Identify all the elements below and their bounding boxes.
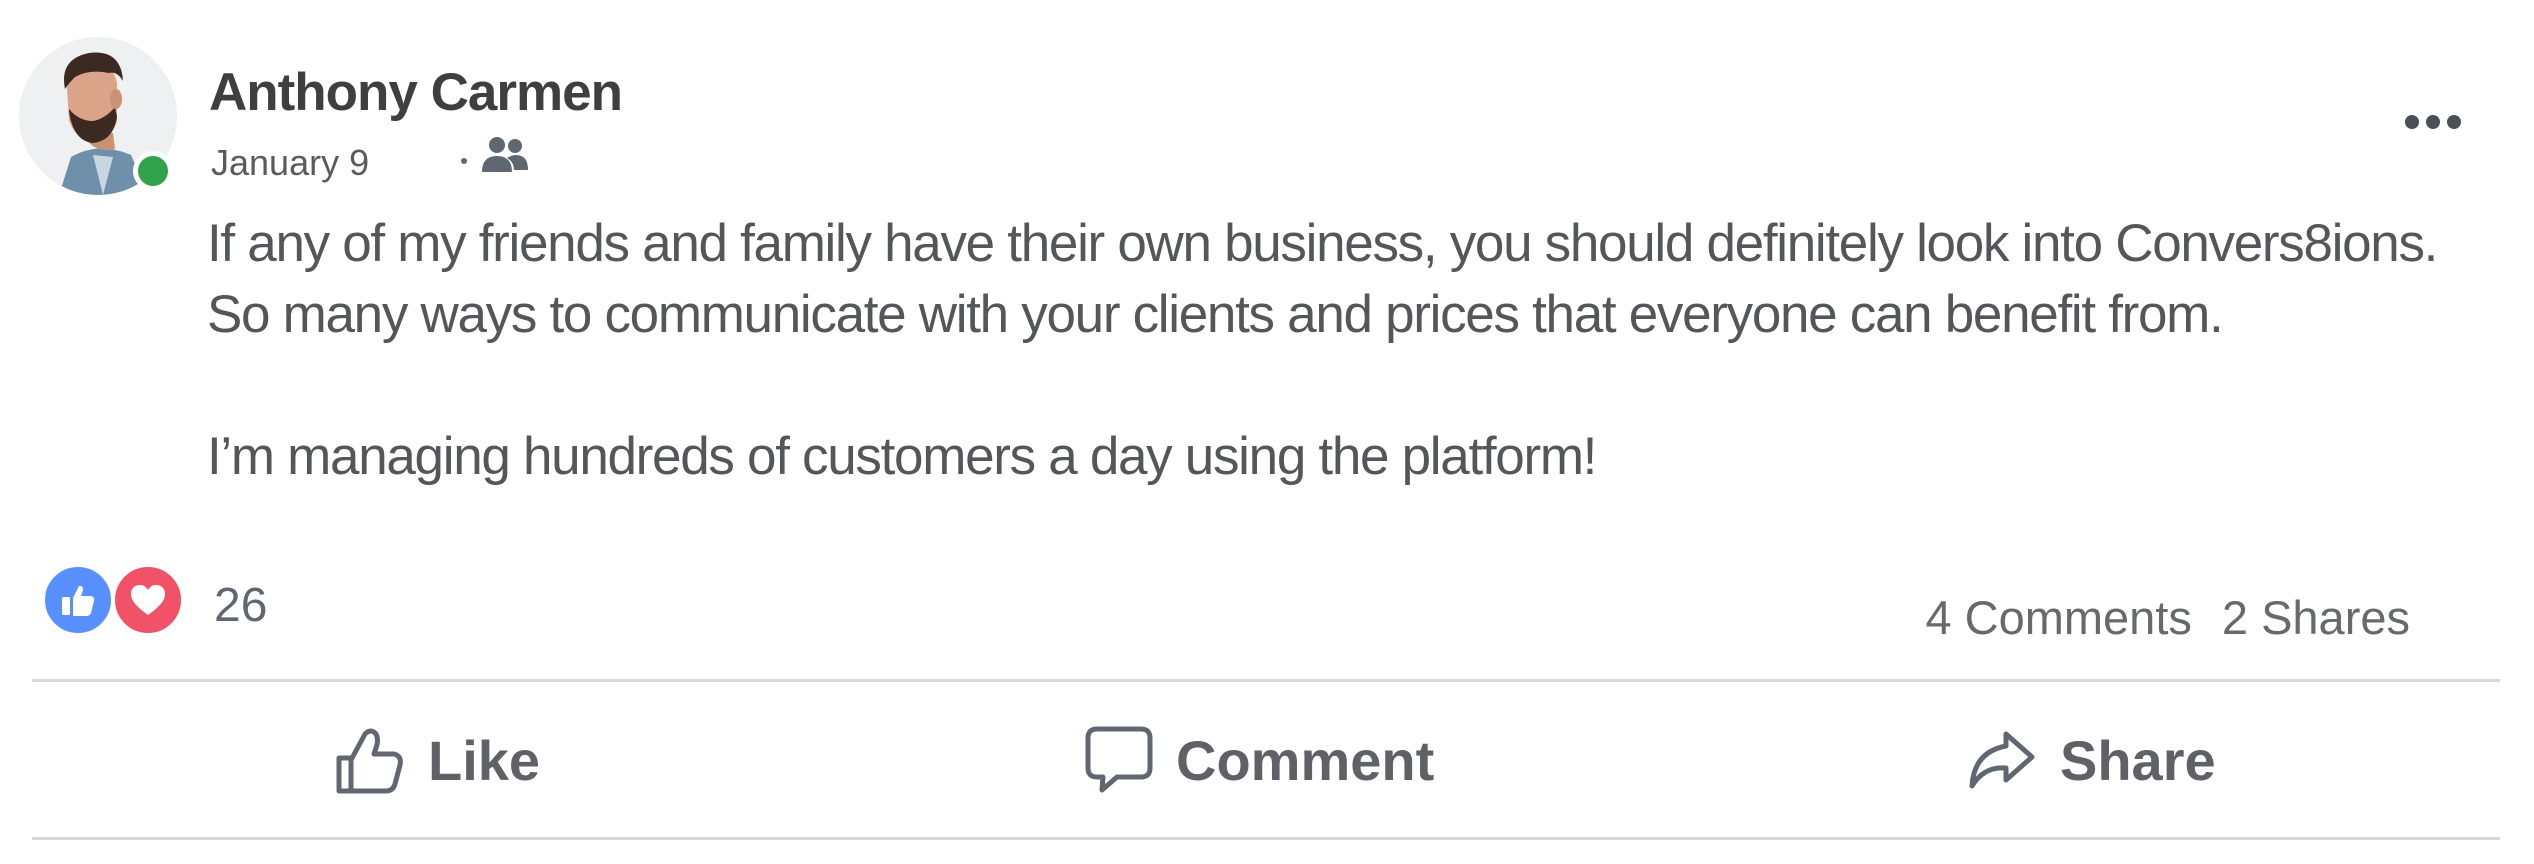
comment-label: Comment bbox=[1176, 728, 1435, 792]
thumbs-up-icon bbox=[336, 728, 403, 794]
more-options-button[interactable] bbox=[2395, 100, 2471, 144]
love-reaction-icon bbox=[112, 564, 184, 636]
divider bbox=[32, 679, 2500, 682]
like-reaction-icon bbox=[42, 564, 114, 636]
separator-dot bbox=[461, 158, 467, 164]
more-dot bbox=[2426, 115, 2440, 129]
more-dot bbox=[2447, 115, 2461, 129]
share-label: Share bbox=[2060, 728, 2216, 792]
share-arrow-icon bbox=[1969, 731, 2035, 789]
post-date[interactable]: January 9 bbox=[211, 142, 369, 184]
share-button[interactable]: Share bbox=[1966, 720, 2216, 800]
like-label: Like bbox=[428, 728, 541, 792]
reactions-summary[interactable] bbox=[42, 564, 186, 636]
comment-icon bbox=[1085, 726, 1153, 793]
comments-count-link[interactable]: 4 Comments bbox=[1925, 590, 2191, 645]
shares-count-link[interactable]: 2 Shares bbox=[2222, 590, 2410, 645]
more-dot bbox=[2405, 115, 2419, 129]
post-text-line: I’m managing hundreds of customers a day… bbox=[207, 427, 1597, 486]
author-name[interactable]: Anthony Carmen bbox=[209, 62, 623, 123]
reaction-count[interactable]: 26 bbox=[214, 578, 267, 633]
like-button[interactable]: Like bbox=[334, 720, 540, 800]
friends-icon[interactable] bbox=[480, 134, 530, 176]
engagement-stats: 4 Comments 2 Shares bbox=[1925, 590, 2410, 645]
post-card: Anthony Carmen January 9 If any of my fr… bbox=[0, 0, 2534, 864]
comment-button[interactable]: Comment bbox=[1084, 720, 1434, 800]
divider bbox=[32, 837, 2500, 840]
online-status-indicator bbox=[133, 151, 173, 191]
post-text-line: So many ways to communicate with your cl… bbox=[207, 285, 2224, 344]
post-body: If any of my friends and family have the… bbox=[207, 208, 2527, 492]
post-text-line: If any of my friends and family have the… bbox=[207, 214, 2438, 273]
